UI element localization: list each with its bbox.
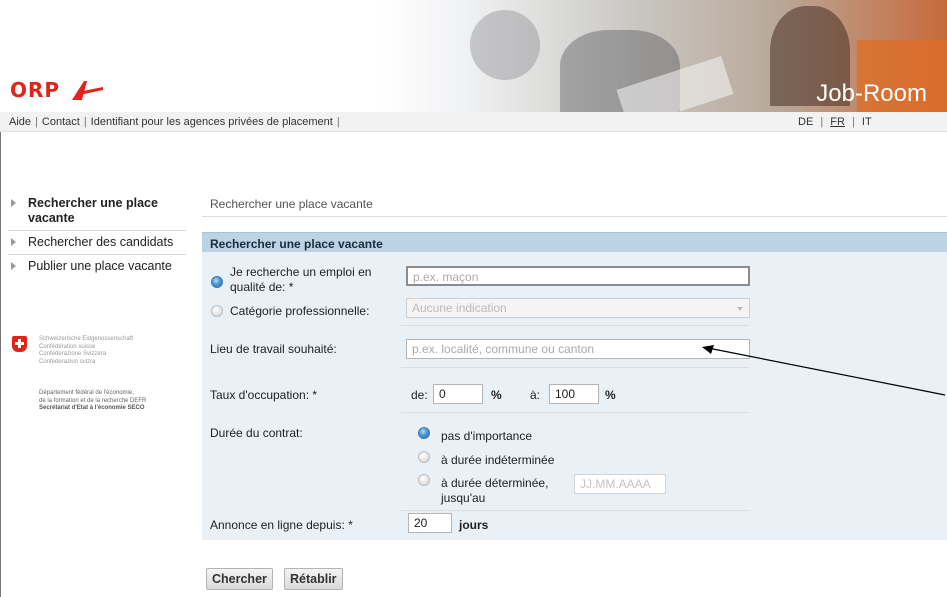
field-divider bbox=[401, 510, 749, 511]
radio-search-by-category[interactable] bbox=[211, 305, 223, 317]
sidebar-item-publish-vacancy[interactable]: Publier une place vacante bbox=[8, 259, 186, 278]
nav-link-agency-login[interactable]: Identifiant pour les agences privées de … bbox=[91, 116, 333, 128]
radio-contract-fixed-term[interactable] bbox=[418, 474, 430, 486]
site-header: ORP Job-Room bbox=[0, 0, 947, 112]
job-title-input[interactable]: p.ex. maçon bbox=[406, 266, 750, 286]
location-input[interactable]: p.ex. localité, commune ou canton bbox=[406, 339, 750, 359]
field-divider bbox=[401, 325, 749, 326]
top-navigation: Aide | Contact | Identifiant pour les agence… bbox=[0, 112, 947, 132]
chevron-right-icon bbox=[11, 262, 16, 270]
occupancy-from-label: de: bbox=[411, 388, 428, 402]
reset-button[interactable]: Rétablir bbox=[284, 568, 343, 590]
category-select[interactable]: Aucune indication bbox=[406, 298, 750, 318]
nav-link-help[interactable]: Aide bbox=[9, 116, 31, 128]
nav-link-contact[interactable]: Contact bbox=[42, 116, 80, 128]
app-title: Job-Room bbox=[816, 80, 927, 107]
occupancy-from-unit: % bbox=[491, 388, 502, 402]
online-since-input[interactable]: 20 bbox=[408, 513, 452, 533]
sidebar-item-search-vacancy[interactable]: Rechercher une place vacante bbox=[8, 196, 186, 231]
radio-contract-any[interactable] bbox=[418, 427, 430, 439]
department-names: Département fédéral de l'économie, de la… bbox=[39, 390, 147, 411]
search-by-category-label: Catégorie professionnelle: bbox=[230, 304, 370, 318]
chevron-right-icon bbox=[11, 199, 16, 207]
contract-label: Durée du contrat: bbox=[210, 426, 303, 440]
contract-option-any: pas d'importance bbox=[441, 429, 533, 443]
sidebar: Rechercher une place vacante Rechercher … bbox=[8, 196, 186, 282]
chevron-down-icon bbox=[737, 307, 743, 311]
chevron-right-icon bbox=[11, 238, 16, 246]
orp-logo-text: ORP bbox=[10, 78, 61, 102]
online-since-unit: jours bbox=[459, 518, 489, 532]
occupancy-to-label: à: bbox=[530, 388, 541, 402]
lang-it[interactable]: IT bbox=[862, 116, 872, 128]
orp-a-logo-icon bbox=[72, 81, 104, 100]
form-title: Rechercher une place vacante bbox=[202, 232, 947, 252]
lang-fr[interactable]: FR bbox=[830, 116, 845, 128]
contract-option-permanent: à durée indéterminée bbox=[441, 453, 555, 467]
occupancy-label: Taux d'occupation: * bbox=[210, 388, 318, 402]
contract-end-date-input[interactable]: JJ.MM.AAAA bbox=[574, 474, 666, 494]
orp-logo[interactable]: ORP bbox=[10, 78, 104, 102]
radio-search-by-job[interactable] bbox=[211, 276, 223, 288]
breadcrumb: Rechercher une place vacante bbox=[210, 197, 373, 211]
occupancy-to-unit: % bbox=[605, 388, 616, 402]
category-select-value: Aucune indication bbox=[412, 301, 507, 315]
online-since-label: Annonce en ligne depuis: * bbox=[210, 518, 353, 532]
sidebar-item-search-candidates[interactable]: Rechercher des candidats bbox=[8, 235, 186, 255]
occupancy-to-input[interactable]: 100 bbox=[549, 384, 599, 404]
confederation-names: Schweizerische Eidgenossenschaft Confédé… bbox=[39, 336, 134, 365]
occupancy-from-input[interactable]: 0 bbox=[433, 384, 483, 404]
contract-option-fixed-term: à durée déterminée, jusqu'au bbox=[441, 476, 549, 505]
lang-de[interactable]: DE bbox=[798, 116, 813, 128]
sidebar-item-label: Rechercher des candidats bbox=[28, 235, 174, 249]
field-divider bbox=[401, 412, 749, 413]
search-by-job-label: Je recherche un emploi en qualité de: * bbox=[230, 265, 372, 294]
location-label: Lieu de travail souhaité: bbox=[210, 342, 337, 356]
sidebar-item-label: Publier une place vacante bbox=[28, 259, 172, 273]
search-button[interactable]: Chercher bbox=[206, 568, 273, 590]
breadcrumb-divider bbox=[202, 216, 947, 217]
radio-contract-permanent[interactable] bbox=[418, 451, 430, 463]
field-divider bbox=[401, 367, 749, 368]
sidebar-item-label: Rechercher une place vacante bbox=[28, 196, 158, 225]
swiss-cross-icon bbox=[12, 336, 27, 352]
